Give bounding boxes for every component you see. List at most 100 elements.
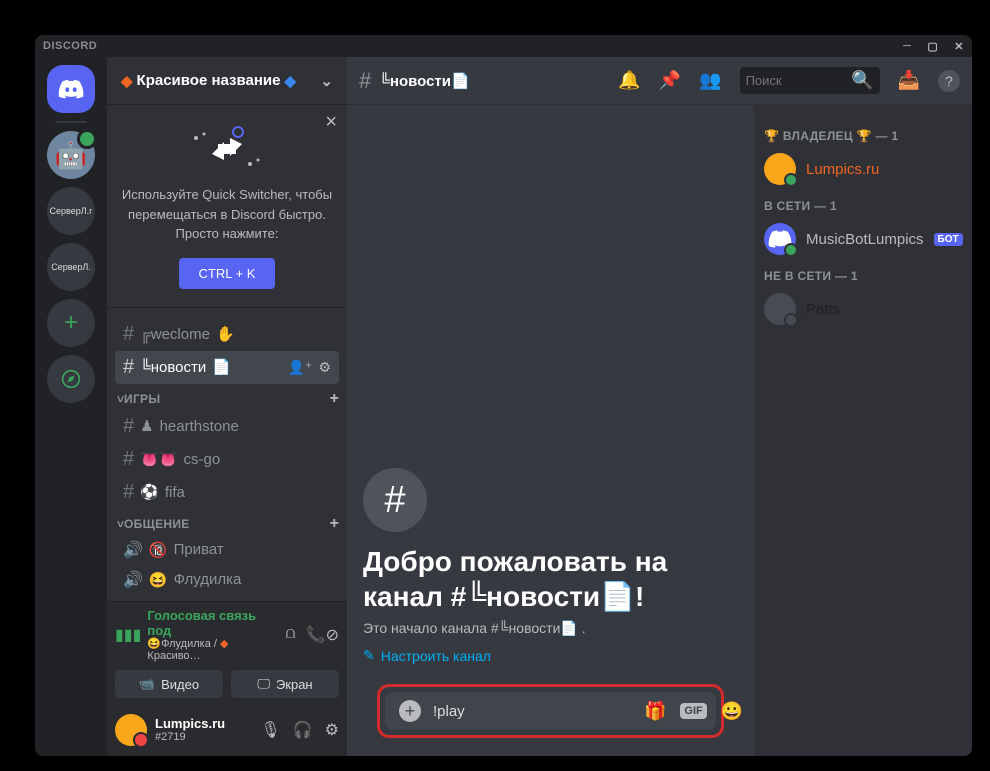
voice-flood[interactable]: 🔊😆Флудилка <box>115 565 339 595</box>
chevron-down-icon: ⌄ <box>320 72 333 90</box>
channel-list: # ╔weclome✋ # ╚новости📄 👤⁺ ⚙ ˅ ИГРЫ + <box>107 308 347 602</box>
chat-body: # Добро пожаловать на канал #╚новости📄! … <box>347 105 972 756</box>
channel-label: ╚новости <box>140 359 206 376</box>
mute-icon[interactable]: 🎙 <box>260 720 280 740</box>
settings-icon[interactable]: ⚙ <box>325 720 339 740</box>
discover-button[interactable] <box>47 355 95 403</box>
search-input[interactable] <box>746 73 846 88</box>
window-controls: ─ ▢ ✕ <box>903 40 964 53</box>
channel-hearthstone[interactable]: #♟hearthstone <box>115 410 339 443</box>
disconnect-icon[interactable]: 📞⊘ <box>306 625 339 645</box>
invite-icon[interactable]: 👤⁺ <box>288 359 313 376</box>
category-label: ИГРЫ <box>124 392 330 406</box>
maximize-button[interactable]: ▢ <box>927 40 938 53</box>
search-box[interactable]: 🔍 <box>740 67 880 94</box>
add-channel-icon[interactable]: + <box>330 515 339 533</box>
quick-switcher-graphic <box>119 121 335 177</box>
bot-tag: БОТ <box>934 233 963 246</box>
gear-icon[interactable]: ⚙ <box>318 359 331 376</box>
role-header-online: В СЕТИ — 1 <box>764 199 962 213</box>
channel-csgo[interactable]: #👅👅cs-go <box>115 443 339 476</box>
close-button[interactable]: ✕ <box>954 40 964 53</box>
hash-icon: # <box>123 356 134 379</box>
user-panel: Lumpics.ru #2719 🎙 🎧 ⚙ <box>107 704 347 756</box>
gif-icon[interactable]: GIF <box>680 703 706 719</box>
category-games[interactable]: ˅ ИГРЫ + <box>107 384 347 410</box>
diamond-icon: ◆ <box>121 72 133 90</box>
add-server-button[interactable]: + <box>47 299 95 347</box>
user-tag: #2719 <box>155 731 225 743</box>
hash-icon: # <box>359 68 371 94</box>
camera-icon: 📹 <box>139 676 155 692</box>
channel-label: cs-go <box>183 451 220 468</box>
quick-switcher-text: Используйте Quick Switcher, чтобы переме… <box>119 185 335 244</box>
diamond-icon: ◆ <box>285 72 297 90</box>
setup-channel-link[interactable]: ✎ Настроить канал <box>363 647 738 664</box>
channel-fifa[interactable]: #⚽fifa <box>115 476 339 509</box>
deafen-icon[interactable]: 🎧 <box>293 720 313 740</box>
quick-switcher-button[interactable]: CTRL + K <box>179 258 276 289</box>
signal-icon: ▮▮▮ <box>115 625 141 645</box>
gift-icon[interactable]: 🎁 <box>644 701 666 722</box>
channel-label: Приват <box>174 541 224 558</box>
titlebar: DISCORD ─ ▢ ✕ <box>35 35 972 57</box>
app-body: 🤖 СерверЛ.г СерверЛ. + ◆ Красивое назван… <box>35 57 972 756</box>
members-icon[interactable]: 👥 <box>699 70 721 91</box>
notifications-icon[interactable]: 🔔 <box>618 70 640 91</box>
hash-icon: # <box>123 323 134 346</box>
search-icon: 🔍 <box>851 70 873 91</box>
message-composer[interactable]: + 🎁 GIF 😀 <box>385 692 716 730</box>
welcome-title: Добро пожаловать на канал #╚новости📄! <box>363 544 738 614</box>
channel-sidebar: ◆ Красивое название ◆ ⌄ × Используйте Qu <box>107 57 347 756</box>
channel-welcome[interactable]: # ╔weclome✋ <box>115 318 339 351</box>
welcome-block: # Добро пожаловать на канал #╚новости📄! … <box>363 468 738 684</box>
emoji-icon[interactable]: 😀 <box>721 701 743 722</box>
member-offline[interactable]: Patts <box>762 289 964 329</box>
channel-label: Флудилка <box>174 571 242 588</box>
add-channel-icon[interactable]: + <box>330 390 339 408</box>
member-bot[interactable]: MusicBotLumpics БОТ <box>762 219 964 259</box>
server-bot[interactable]: 🤖 <box>47 131 95 179</box>
hash-icon: # <box>363 468 427 532</box>
member-name: Patts <box>806 301 840 318</box>
voice-sub: 😆Флудилка / ◆ Красиво… <box>147 637 279 662</box>
chat-header: # ╚новости📄 🔔 📌 👥 🔍 📥 ? <box>347 57 972 105</box>
member-owner[interactable]: Lumpics.ru <box>762 149 964 189</box>
server-2[interactable]: СерверЛ. <box>47 243 95 291</box>
close-icon[interactable]: × <box>325 111 337 134</box>
speaker-icon: 🔊 <box>123 570 143 590</box>
pencil-icon: ✎ <box>363 647 375 664</box>
category-chat[interactable]: ˅ ОБЩЕНИЕ + <box>107 509 347 535</box>
member-name: Lumpics.ru <box>806 161 879 178</box>
video-button[interactable]: 📹Видео <box>115 670 223 698</box>
hash-icon: # <box>123 415 134 438</box>
server-header[interactable]: ◆ Красивое название ◆ ⌄ <box>107 57 347 105</box>
hash-icon: # <box>123 448 134 471</box>
pinned-icon[interactable]: 📌 <box>659 70 681 91</box>
role-header-owner: 🏆 ВЛАДЕЛЕЦ 🏆 — 1 <box>764 129 962 143</box>
channel-news[interactable]: # ╚новости📄 👤⁺ ⚙ <box>115 351 339 384</box>
home-button[interactable] <box>47 65 95 113</box>
attach-icon[interactable]: + <box>399 700 421 722</box>
guild-rail: 🤖 СерверЛ.г СерверЛ. + <box>35 57 107 756</box>
avatar[interactable] <box>115 714 147 746</box>
server-1[interactable]: СерверЛ.г <box>47 187 95 235</box>
channel-title: ╚новости📄 <box>379 72 469 90</box>
hash-icon: # <box>123 481 134 504</box>
channel-label: ╔weclome <box>140 326 210 343</box>
chevron-down-icon: ˅ <box>117 392 124 406</box>
messages-area: # Добро пожаловать на канал #╚новости📄! … <box>347 105 754 756</box>
quick-switcher-card: × Используйте Quick Switcher, чтобы пере… <box>107 105 347 308</box>
noise-suppression-icon[interactable]: ⩍ <box>285 625 295 645</box>
avatar <box>764 153 796 185</box>
screen-share-button[interactable]: 🖵Экран <box>231 670 339 698</box>
channel-label: hearthstone <box>160 418 239 435</box>
inbox-icon[interactable]: 📥 <box>898 70 920 91</box>
member-name: MusicBotLumpics <box>806 231 924 248</box>
server-name: Красивое название <box>137 72 281 89</box>
voice-private[interactable]: 🔊🔞Приват <box>115 535 339 565</box>
help-icon[interactable]: ? <box>938 70 960 92</box>
minimize-button[interactable]: ─ <box>903 40 911 53</box>
chat-main: # ╚новости📄 🔔 📌 👥 🔍 📥 ? <box>347 57 972 756</box>
message-input[interactable] <box>433 703 632 720</box>
